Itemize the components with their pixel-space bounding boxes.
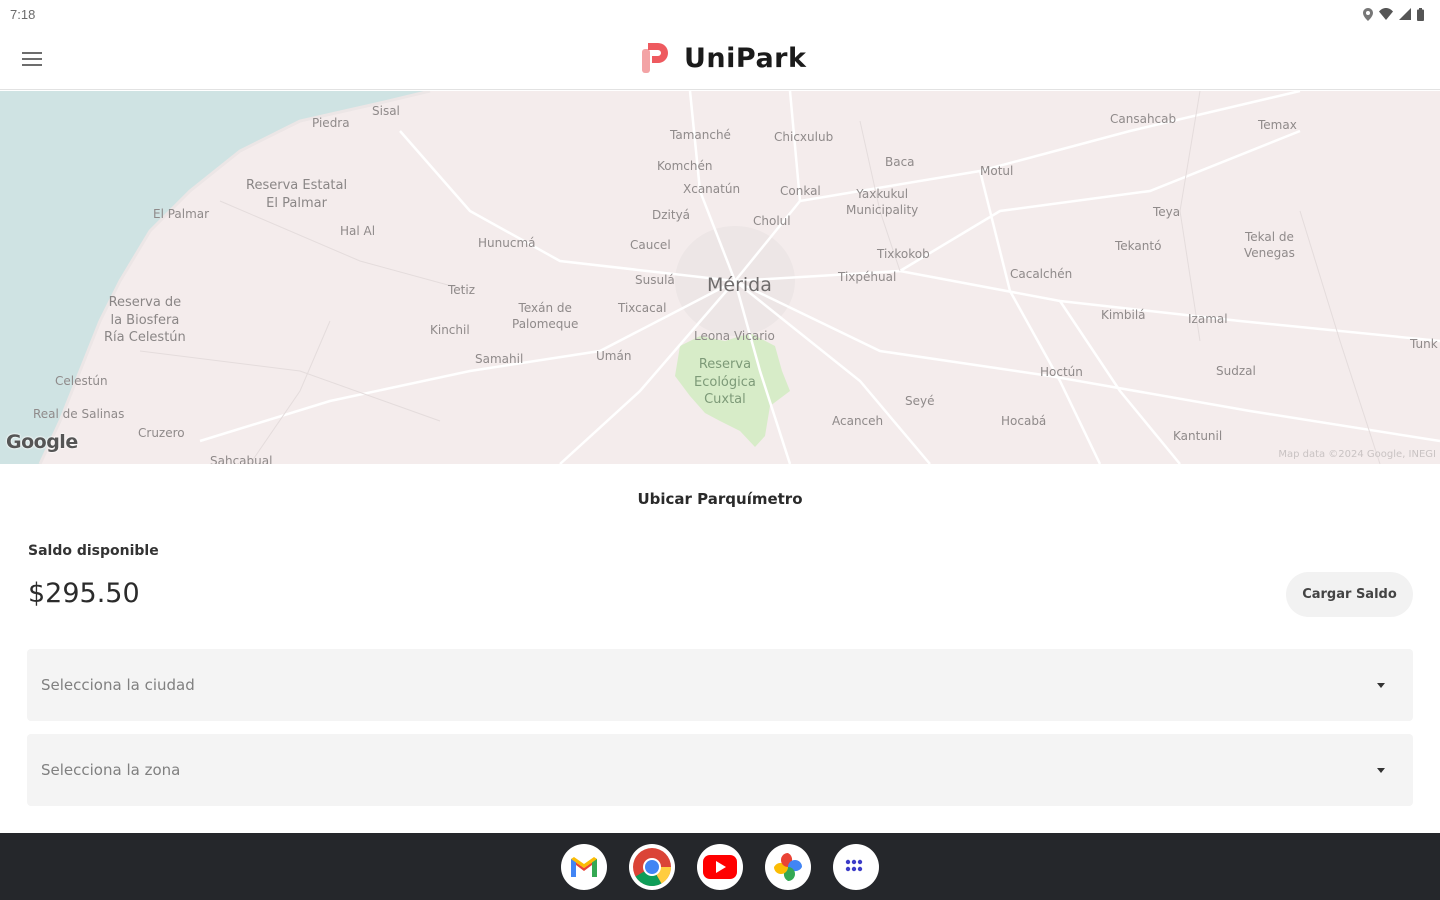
dropdown-arrow-icon xyxy=(1377,767,1385,773)
map-label: Dzityá xyxy=(652,208,691,222)
taskbar xyxy=(0,833,1440,900)
map-label: Tetiz xyxy=(448,283,476,297)
signal-icon xyxy=(1399,8,1411,20)
status-bar: 7:18 xyxy=(0,0,1440,28)
hamburger-line xyxy=(22,64,42,66)
map-label: Texán de Palomeque xyxy=(512,301,579,332)
map-label: Hocabá xyxy=(1001,414,1047,428)
map-label: Leona Vicario xyxy=(694,329,775,343)
map-label: Hal Al xyxy=(340,224,376,238)
map-label: Kantunil xyxy=(1173,429,1223,443)
map-label: Celestún xyxy=(55,374,108,388)
zone-select[interactable]: Selecciona la zona xyxy=(27,734,1413,806)
hamburger-line xyxy=(22,58,42,60)
map-label: Motul xyxy=(980,164,1014,178)
map-attribution[interactable]: Map data ©2024 Google, INEGI xyxy=(1278,449,1436,460)
map-label: Sudzal xyxy=(1216,364,1256,378)
map-label: Chicxulub xyxy=(774,130,834,144)
map-label: Sahcabual xyxy=(210,454,273,464)
map-label: Conkal xyxy=(780,184,821,198)
battery-icon xyxy=(1417,7,1424,21)
app-title: UniPark xyxy=(684,42,807,74)
map-label: Kimbilá xyxy=(1101,308,1146,322)
city-select[interactable]: Selecciona la ciudad xyxy=(27,649,1413,721)
dropdown-arrow-icon xyxy=(1377,682,1385,688)
map-label: Komchén xyxy=(657,159,713,173)
map-label: Reserva de la Biosfera Ría Celestún xyxy=(104,295,186,346)
map-label: Xcanatún xyxy=(683,182,741,196)
map-label: Tamanché xyxy=(670,128,731,142)
map-label: Real de Salinas xyxy=(33,407,125,421)
map-label: Tixcacal xyxy=(618,301,667,315)
map-label: Izamal xyxy=(1188,312,1228,326)
map-label: Tixpéhual xyxy=(838,270,897,284)
youtube-icon[interactable] xyxy=(697,843,743,890)
map-label-merida: Mérida xyxy=(707,274,772,296)
city-select-placeholder: Selecciona la ciudad xyxy=(41,676,195,694)
map-label: Samahil xyxy=(475,352,524,366)
map-label: Umán xyxy=(596,349,632,363)
status-icons xyxy=(1363,7,1424,21)
google-logo: Google xyxy=(6,431,78,453)
map-label: Caucel xyxy=(630,238,671,252)
map-label: Acanceh xyxy=(832,414,884,428)
map-label: Kinchil xyxy=(430,323,470,337)
zone-select-placeholder: Selecciona la zona xyxy=(41,761,181,779)
map-label: Piedra xyxy=(312,116,350,130)
map-label-park: Reserva Ecológica Cuxtal xyxy=(694,357,756,408)
chrome-icon[interactable] xyxy=(629,843,675,890)
hamburger-icon xyxy=(22,52,42,54)
photos-icon[interactable] xyxy=(765,843,811,890)
map-label: Cacalchén xyxy=(1010,267,1073,281)
map-label: Cansahcab xyxy=(1110,112,1177,126)
map-label: Teya xyxy=(1153,205,1181,219)
map-label: Seyé xyxy=(905,394,935,408)
map-label: Cholul xyxy=(753,214,791,228)
map-label: Tekal de Venegas xyxy=(1244,230,1295,261)
map-label: Hoctún xyxy=(1040,365,1083,379)
map-label: Tunk xyxy=(1410,337,1438,351)
app-bar: UniPark xyxy=(0,28,1440,90)
app-logo: UniPark xyxy=(640,41,806,75)
map-label: Tixkokob xyxy=(877,247,930,261)
map-label: Tekantó xyxy=(1115,239,1162,253)
map-label: Sisal xyxy=(372,104,400,118)
map-label: Susulá xyxy=(635,273,675,287)
apps-grid-icon[interactable] xyxy=(833,843,879,890)
locate-parking-meter-link[interactable]: Ubicar Parquímetro xyxy=(0,490,1440,508)
map-view[interactable]: Sisal Piedra Tamanché Chicxulub Cansahca… xyxy=(0,91,1440,464)
load-balance-button[interactable]: Cargar Saldo xyxy=(1286,572,1413,617)
map-label: Temax xyxy=(1258,118,1297,132)
wifi-icon xyxy=(1379,8,1393,20)
status-time: 7:18 xyxy=(10,6,36,22)
balance-amount: $295.50 xyxy=(28,578,140,609)
balance-label: Saldo disponible xyxy=(28,543,159,559)
map-label: Reserva Estatal El Palmar xyxy=(246,178,348,211)
map-label: El Palmar xyxy=(153,207,210,221)
map-label: Cruzero xyxy=(138,426,185,440)
gmail-icon[interactable] xyxy=(561,843,607,890)
map-label: Baca xyxy=(885,155,915,169)
location-icon xyxy=(1363,7,1373,21)
menu-button[interactable] xyxy=(18,46,46,72)
unipark-logo-icon xyxy=(642,43,668,73)
map-label: Yaxkukul Municipality xyxy=(846,187,919,218)
map-label: Hunucmá xyxy=(478,236,536,250)
